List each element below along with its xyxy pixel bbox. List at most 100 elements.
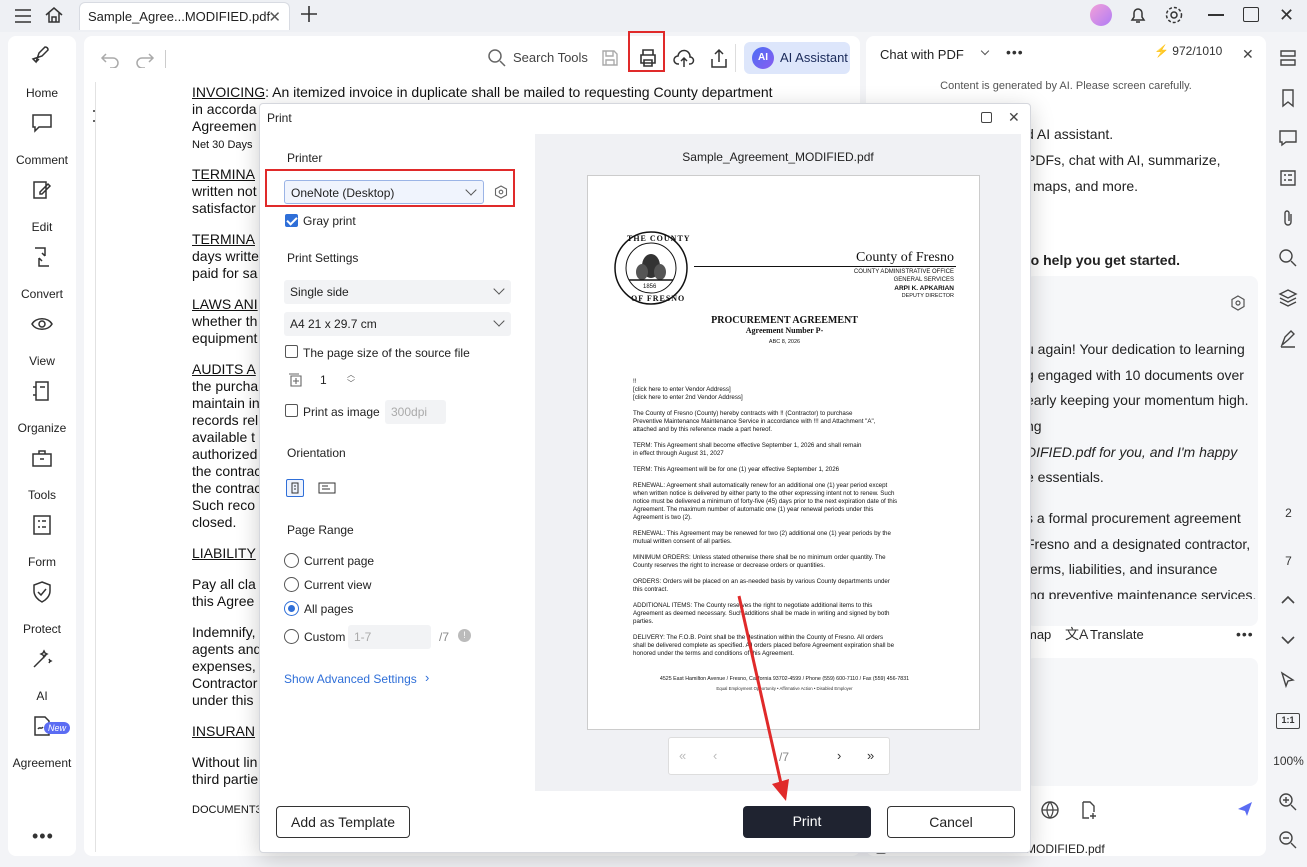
custom-range-input[interactable]: 1-7 (348, 625, 431, 649)
nav-protect[interactable]: Protect (8, 580, 76, 640)
sides-select[interactable]: Single side (284, 280, 511, 304)
close-tab-icon[interactable]: ✕ (268, 8, 281, 26)
search-tools-label[interactable]: Search Tools (513, 50, 588, 65)
range-custom-radio[interactable] (284, 629, 299, 644)
prev-page-icon[interactable]: ‹ (713, 748, 717, 763)
info-icon[interactable]: ! (458, 629, 471, 642)
find-icon[interactable] (1278, 248, 1300, 270)
chevron-down-icon (980, 46, 990, 56)
copies-value[interactable]: 1 (320, 373, 327, 387)
signature-icon[interactable] (1278, 328, 1300, 350)
chat-input-area[interactable] (1026, 658, 1258, 786)
translate-action[interactable]: Translate (1090, 627, 1144, 642)
copies-icon (287, 372, 303, 388)
range-current-view-radio[interactable] (284, 577, 299, 592)
paper-size-select[interactable]: A4 21 x 29.7 cm (284, 312, 511, 336)
print-button[interactable]: Print (743, 806, 871, 838)
share-icon[interactable] (708, 47, 730, 69)
dialog-close-icon[interactable]: ✕ (1008, 109, 1020, 126)
select-cursor-icon[interactable] (1278, 670, 1300, 692)
add-as-template-button[interactable]: Add as Template (276, 806, 410, 838)
nav-comment[interactable]: Comment (8, 111, 76, 171)
card-settings-icon[interactable] (1230, 295, 1246, 311)
thumbnails-icon[interactable] (1278, 48, 1300, 70)
undo-icon[interactable] (100, 50, 120, 68)
redo-icon[interactable] (135, 50, 155, 68)
range-current-page-label: Current page (304, 554, 375, 568)
fields-icon[interactable] (1278, 168, 1300, 190)
comment-icon (32, 114, 52, 133)
advanced-settings-link[interactable]: Show Advanced Settings (284, 672, 417, 686)
office-line: COUNTY ADMINISTRATIVE OFFICE (853, 269, 954, 275)
menu-icon[interactable] (14, 8, 32, 24)
card-more-icon[interactable]: ••• (1236, 626, 1254, 642)
bell-icon[interactable] (1128, 5, 1148, 25)
close-panel-icon[interactable]: ✕ (1242, 46, 1254, 63)
zoom-level[interactable]: 100% (1270, 754, 1307, 768)
document-tab[interactable]: Sample_Agree...MODIFIED.pdf ✕ (79, 2, 290, 30)
dialog-maximize-icon[interactable] (981, 112, 992, 123)
cancel-button[interactable]: Cancel (887, 806, 1015, 838)
chat-line: d AI assistant. (1026, 126, 1114, 142)
dpi-field[interactable]: 300dpi (385, 400, 446, 424)
print-as-image-checkbox[interactable] (285, 404, 298, 417)
agreement-body-line: MINIMUM ORDERS: Unless stated otherwise … (633, 554, 886, 561)
nav-agreement[interactable]: New Agreement (8, 714, 76, 774)
page-up-icon[interactable] (1278, 590, 1300, 612)
layers-icon[interactable] (1278, 288, 1300, 310)
agreement-body-line: this contract. (633, 586, 669, 593)
nav-view[interactable]: View (8, 312, 76, 372)
last-page-icon[interactable]: » (867, 748, 874, 763)
preview-page-total: /7 (779, 750, 790, 764)
next-page-icon[interactable]: › (837, 748, 841, 763)
toolbar-divider (165, 50, 166, 68)
seal-year: 1856 (643, 284, 657, 290)
range-all-pages-radio[interactable] (284, 601, 299, 616)
preview-page: THE COUNTY OF FRESNO 1856 County of Fres… (587, 175, 980, 730)
nav-ai[interactable]: AI (8, 647, 76, 707)
ai-assistant-button[interactable]: AI AI Assistant (744, 42, 850, 74)
nav-organize-label: Organize (17, 421, 67, 435)
nav-home[interactable]: Home (8, 44, 76, 104)
new-tab-icon[interactable] (300, 5, 318, 23)
home-icon[interactable] (44, 5, 64, 25)
avatar[interactable] (1090, 4, 1112, 26)
attach-file-icon[interactable] (1078, 800, 1098, 820)
maximize-icon[interactable] (1243, 7, 1259, 22)
current-page-number[interactable]: 2 (1272, 506, 1305, 520)
portrait-orientation-icon[interactable] (286, 479, 304, 497)
nav-form[interactable]: Form (8, 513, 76, 573)
search-icon[interactable] (487, 48, 507, 68)
actual-size-icon[interactable]: 1:1 (1276, 713, 1300, 729)
nav-convert[interactable]: Convert (8, 245, 76, 305)
bookmark-icon[interactable] (1278, 88, 1300, 110)
first-page-icon[interactable]: « (679, 748, 686, 763)
document-line: INVOICING: An itemized invoice in duplic… (192, 84, 773, 100)
gray-print-checkbox[interactable] (285, 214, 298, 227)
globe-icon[interactable] (1040, 800, 1060, 820)
attachment-icon[interactable] (1278, 208, 1300, 230)
orientation-heading: Orientation (287, 446, 346, 460)
chat-mode-select[interactable]: Chat with PDF (874, 42, 998, 66)
page-down-icon[interactable] (1278, 630, 1300, 652)
send-icon[interactable] (1236, 800, 1254, 818)
zoom-in-icon[interactable] (1278, 792, 1300, 814)
close-window-icon[interactable]: ✕ (1279, 5, 1294, 26)
translate-icon[interactable]: 文A (1065, 624, 1088, 644)
cloud-upload-icon[interactable] (673, 47, 695, 69)
nav-organize[interactable]: Organize (8, 379, 76, 439)
nav-edit[interactable]: Edit (8, 178, 76, 238)
range-current-page-radio[interactable] (284, 553, 299, 568)
nav-tools[interactable]: Tools (8, 446, 76, 506)
more-icon[interactable]: ••• (32, 826, 54, 847)
settings-gear-icon[interactable] (1164, 5, 1184, 25)
chat-more-icon[interactable]: ••• (1006, 44, 1024, 60)
save-icon[interactable] (600, 48, 620, 68)
source-size-checkbox[interactable] (285, 345, 298, 358)
landscape-orientation-icon[interactable] (318, 481, 336, 495)
comments-icon[interactable] (1278, 128, 1300, 150)
zoom-out-icon[interactable] (1278, 830, 1300, 852)
dpi-value: 300dpi (391, 405, 428, 419)
copies-stepper-icon[interactable]: ︿ ﹀ (347, 370, 355, 388)
minimize-icon[interactable] (1208, 14, 1224, 16)
